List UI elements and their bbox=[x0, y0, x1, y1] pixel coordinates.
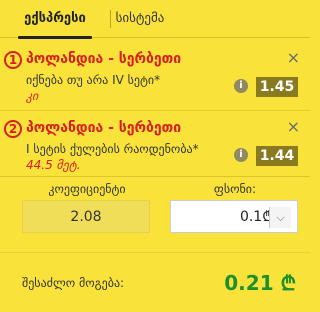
info-icon[interactable]: i bbox=[234, 148, 248, 162]
selection-name: კი bbox=[26, 89, 39, 103]
chevron-down-icon[interactable]: ⌵ bbox=[269, 207, 291, 228]
tab-system[interactable]: სისტემა bbox=[110, 0, 170, 38]
bet-item-1: 1 პოლანდია - სერბეთი × იქნება თუ არა IV … bbox=[0, 42, 310, 112]
selection-name: 44.5 მეტ. bbox=[26, 158, 81, 172]
coefficient-value: 2.08 bbox=[22, 200, 150, 233]
close-icon[interactable]: × bbox=[287, 117, 300, 136]
stake-input[interactable]: 0.1₾ ⌵ bbox=[170, 200, 298, 233]
match-title: პოლანდია - სერბეთი bbox=[26, 51, 182, 67]
bet-type-tabs: ექსპრესი სისტემა bbox=[0, 0, 310, 39]
bet-number-badge: 2 bbox=[4, 120, 22, 138]
close-icon[interactable]: × bbox=[287, 48, 300, 67]
stake-value: 0.1₾ bbox=[239, 209, 273, 225]
summary-divider bbox=[0, 252, 310, 253]
info-icon[interactable]: i bbox=[234, 79, 248, 93]
coefficient-label: კოეფიციენტი bbox=[48, 182, 126, 196]
market-name: I სეტის ქულების რაოდენობა* bbox=[26, 142, 199, 156]
tab-express-label: ექსპრესი bbox=[24, 11, 86, 26]
bet-number-badge: 1 bbox=[4, 51, 22, 69]
odds-value: 1.45 bbox=[256, 77, 298, 97]
stake-label: ფსონი: bbox=[213, 182, 257, 196]
market-name: იქნება თუ არა IV სეტი* bbox=[26, 73, 161, 87]
match-title: პოლანდია - სერბეთი bbox=[26, 120, 182, 136]
possible-win-value: 0.21 ₾ bbox=[224, 271, 296, 295]
bet-item-2: 2 პოლანდია - სერბეთი × I სეტის ქულების რ… bbox=[0, 110, 310, 180]
tab-system-label: სისტემა bbox=[115, 11, 165, 26]
odds-value: 1.44 bbox=[256, 146, 298, 166]
possible-win-label: შესაძლო მოგება: bbox=[22, 276, 125, 290]
section-divider bbox=[0, 176, 310, 177]
tab-express[interactable]: ექსპრესი bbox=[0, 0, 110, 39]
active-tab-indicator bbox=[18, 36, 92, 39]
